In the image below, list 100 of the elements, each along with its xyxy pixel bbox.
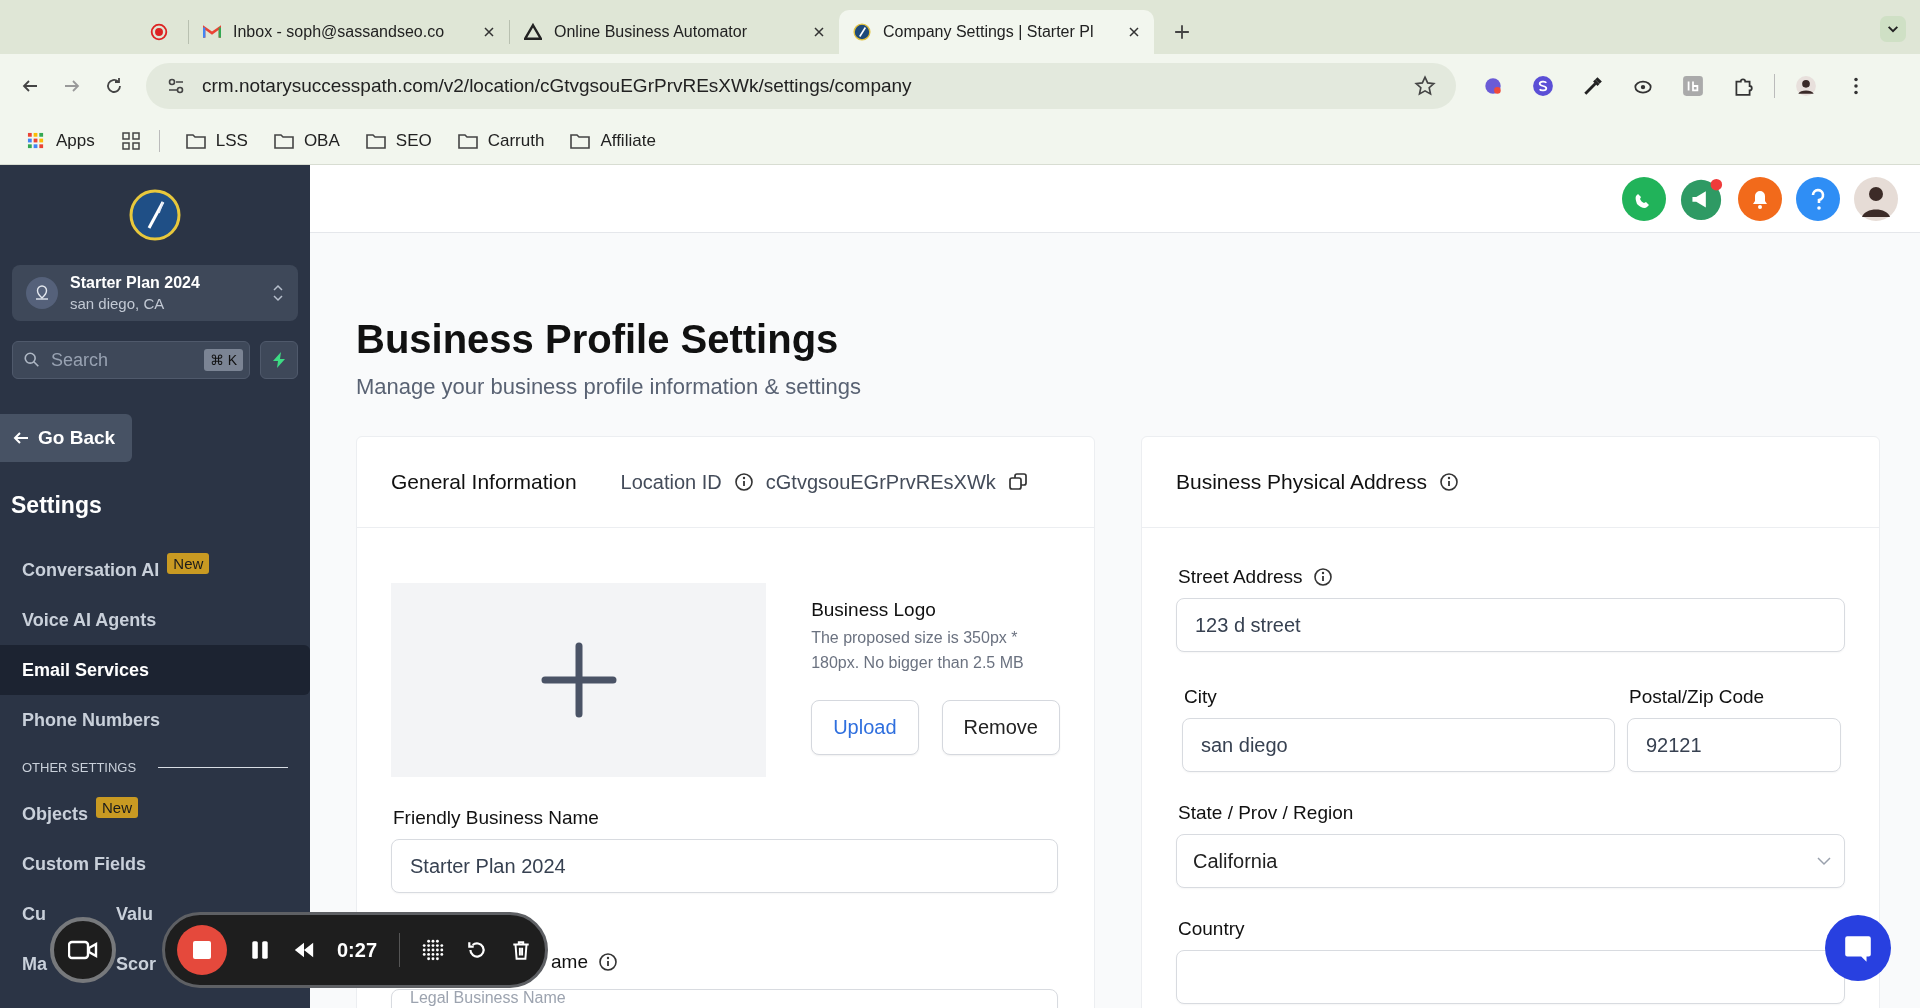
info-icon[interactable]	[1312, 567, 1333, 587]
logo-title: Business Logo	[811, 599, 937, 621]
quick-action-button[interactable]	[260, 341, 298, 379]
location-id: cGtvgsouEGrPrvREsXWk	[765, 470, 996, 494]
account-switcher[interactable]: Starter Plan 2024 san diego, CA	[12, 265, 298, 321]
location-pin-icon	[26, 277, 58, 309]
folder-icon	[365, 132, 386, 150]
text-field[interactable]: 123 d street	[1176, 598, 1845, 652]
folder-icon	[185, 132, 206, 150]
section-heading: OTHER SETTINGS	[22, 759, 137, 775]
avatar-icon[interactable]	[1795, 75, 1817, 97]
sidebar-item[interactable]: Custom Fields	[0, 839, 310, 889]
folder-icon	[570, 132, 591, 150]
plus-icon	[540, 642, 617, 718]
dropdown[interactable]: California	[1176, 834, 1845, 888]
reload-icon[interactable]	[104, 76, 124, 96]
help-icon[interactable]	[1796, 176, 1840, 221]
search-bar[interactable]: Search ⌘ K	[12, 341, 250, 379]
lightning-icon	[271, 351, 287, 369]
account-location: san diego, CA	[70, 295, 166, 312]
text-field[interactable]: Starter Plan 2024	[391, 839, 1058, 893]
info-icon[interactable]	[1438, 472, 1459, 492]
field-label: Friendly Business Name	[393, 807, 599, 829]
field-label: Street Address	[1178, 566, 1303, 588]
up-down-chevron-icon	[272, 283, 284, 303]
sidebar-item[interactable]: Voice AI Agents	[0, 595, 310, 645]
triangle-icon	[524, 23, 542, 41]
sidebar-item[interactable]: Email Services	[0, 645, 310, 695]
address-bar[interactable]: crm.notarysuccesspath.com/v2/location/cGtvgsouEGrPrvREsXWk/settings/company	[146, 63, 1456, 109]
video-camera-icon	[68, 940, 98, 960]
browser-tab[interactable]: Inbox - soph@sassandseo.co	[189, 10, 509, 54]
sidebar-item-text[interactable]: Valu	[116, 903, 154, 925]
card-title: Business Physical Address	[1176, 470, 1427, 494]
s-circle-icon[interactable]	[1532, 75, 1554, 97]
page-subtitle: Manage your business profile information & settings	[356, 374, 863, 400]
close-icon[interactable]	[813, 26, 825, 38]
info-icon[interactable]	[597, 952, 618, 972]
grid-icon[interactable]	[120, 132, 141, 150]
folder-icon	[457, 132, 478, 150]
compass-icon	[853, 23, 871, 41]
sidebar-item[interactable]: Conversation AI New	[0, 545, 310, 595]
close-icon[interactable]	[1128, 26, 1140, 38]
bookmark[interactable]: OBA	[273, 131, 340, 151]
field-label: State / Prov / Region	[1178, 802, 1354, 824]
chevron-down-icon	[1816, 856, 1832, 866]
new-badge: New	[96, 797, 139, 818]
field-label: Country	[1178, 918, 1245, 940]
location-id-label: Location ID	[620, 470, 722, 494]
eyedropper-icon[interactable]	[1582, 75, 1604, 97]
sidebar-item[interactable]: Objects New	[0, 789, 310, 839]
close-icon[interactable]	[483, 26, 495, 38]
new-badge: New	[167, 553, 210, 574]
info-icon[interactable]	[733, 472, 754, 492]
text-field[interactable]: Legal Business Name	[391, 989, 1058, 1008]
sidebar-item-text[interactable]: Cu	[22, 903, 46, 925]
plus-icon[interactable]	[1174, 24, 1190, 40]
field-label: Postal/Zip Code	[1629, 686, 1765, 708]
bookmark[interactable]: LSS	[185, 131, 248, 151]
browser-tab[interactable]: Company Settings | Starter Pl	[839, 10, 1154, 54]
sidebar-item-text[interactable]: Scor	[116, 953, 157, 975]
account-name: Starter Plan 2024	[70, 274, 201, 292]
avatar-icon[interactable]	[1854, 176, 1898, 221]
phone-icon[interactable]	[1622, 176, 1666, 221]
text-field[interactable]: san diego	[1182, 718, 1615, 772]
copy-icon[interactable]	[1007, 472, 1028, 492]
bookmark[interactable]: Carruth	[457, 131, 545, 151]
dot-grid-icon[interactable]	[422, 939, 445, 961]
stop-icon	[192, 940, 212, 960]
sliders-icon[interactable]	[166, 76, 186, 96]
field-label: City	[1184, 686, 1217, 708]
recording-time: 0:27	[337, 938, 378, 962]
star-icon[interactable]	[1414, 75, 1436, 97]
sidebar-item[interactable]: Phone Numbers	[0, 695, 310, 745]
mail-icon	[203, 23, 221, 41]
bookmark[interactable]: Affiliate	[570, 131, 656, 151]
record-icon	[150, 23, 168, 41]
page-title: Business Profile Settings	[356, 317, 840, 362]
remove-button[interactable]: Remove	[941, 700, 1060, 755]
bell-icon[interactable]	[1738, 176, 1782, 221]
text-field[interactable]: 92121	[1627, 718, 1841, 772]
pause-icon[interactable]	[249, 939, 271, 961]
search-input[interactable]: Search	[49, 348, 196, 372]
sidebar-item-text[interactable]: Ma	[22, 953, 47, 975]
bookmark[interactable]: SEO	[365, 131, 432, 151]
field-label: ame	[551, 951, 588, 973]
megaphone-icon[interactable]	[1680, 176, 1724, 221]
chevron-down-icon[interactable]	[1880, 16, 1906, 42]
tab-title: Company Settings | Starter Pl	[883, 23, 1095, 41]
card-title: General Information	[391, 470, 577, 494]
tab-title: Inbox - soph@sassandseo.co	[233, 23, 446, 41]
compass-logo-icon	[129, 189, 181, 241]
text-field[interactable]	[1176, 950, 1845, 1004]
stop-button[interactable]	[177, 925, 227, 975]
go-back-button[interactable]: Go Back	[0, 414, 132, 462]
sidebar-heading: Settings	[11, 492, 103, 519]
search-icon	[23, 351, 41, 369]
folder-icon	[273, 132, 294, 150]
upload-button[interactable]: Upload	[811, 700, 919, 755]
bookmark[interactable]: Apps	[26, 131, 95, 151]
url-text: crm.notarysuccesspath.com/v2/location/cGtvgsouEGrPrvREsXWk/settings/company	[202, 75, 912, 97]
